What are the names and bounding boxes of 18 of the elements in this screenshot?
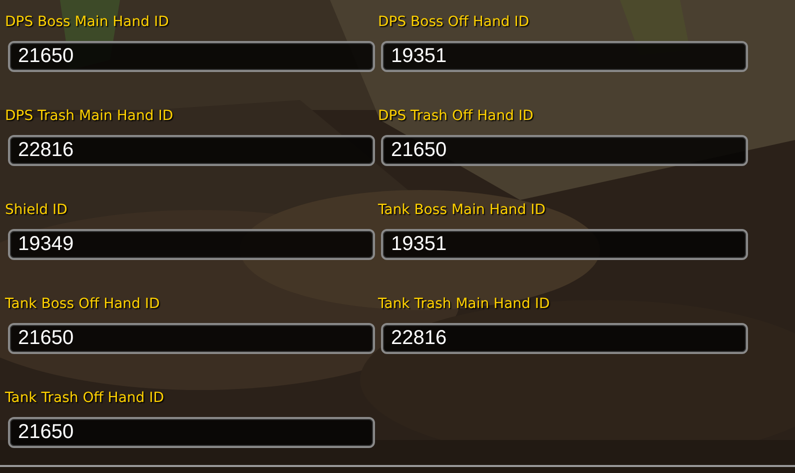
field-label: Tank Trash Main Hand ID — [378, 295, 550, 313]
input-field[interactable]: 21650 — [8, 417, 375, 448]
field-label: DPS Trash Main Hand ID — [5, 107, 174, 125]
input-field[interactable]: 22816 — [381, 323, 748, 354]
field-label: Tank Boss Off Hand ID — [5, 295, 160, 313]
input-field[interactable]: 22816 — [8, 135, 375, 166]
input-field[interactable]: 19351 — [381, 229, 748, 260]
input-field[interactable]: 21650 — [8, 323, 375, 354]
field-label: Shield ID — [5, 201, 68, 219]
field-label: DPS Boss Off Hand ID — [378, 13, 530, 31]
input-field[interactable]: 21650 — [8, 41, 375, 72]
field-label: Tank Boss Main Hand ID — [378, 201, 546, 219]
input-field[interactable]: 21650 — [381, 135, 748, 166]
input-field[interactable]: 19351 — [381, 41, 748, 72]
field-label: DPS Trash Off Hand ID — [378, 107, 534, 125]
input-field[interactable]: 19349 — [8, 229, 375, 260]
field-label: Tank Trash Off Hand ID — [5, 389, 164, 407]
field-label: DPS Boss Main Hand ID — [5, 13, 169, 31]
